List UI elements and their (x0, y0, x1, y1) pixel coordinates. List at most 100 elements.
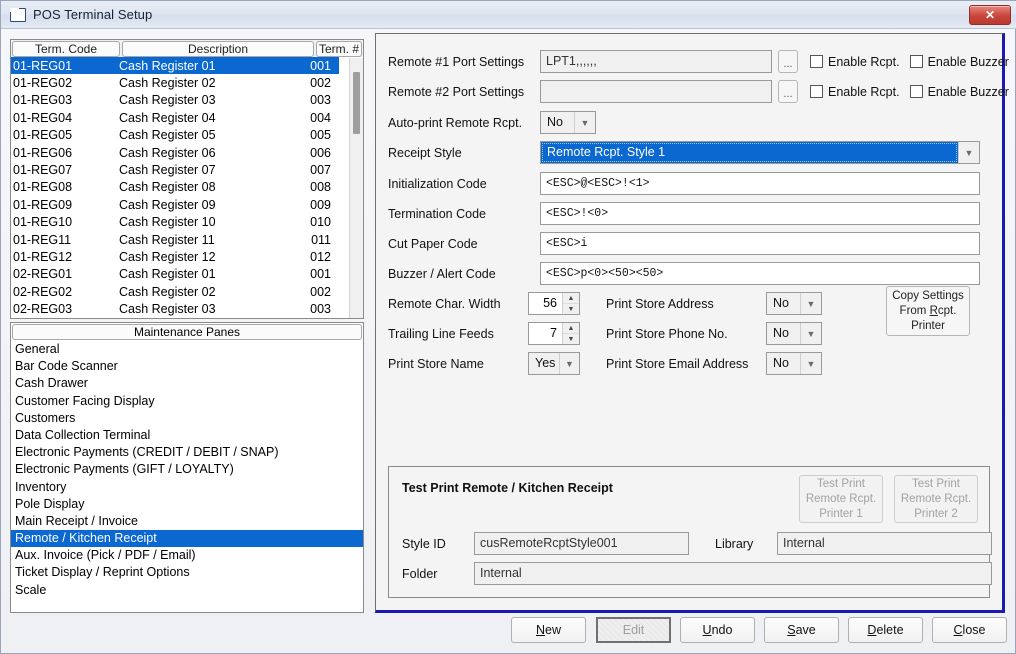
remote1-enable-rcpt-checkbox[interactable]: Enable Rcpt. (810, 55, 900, 69)
list-item[interactable]: Inventory (11, 479, 363, 496)
save-button[interactable]: Save (764, 617, 839, 643)
cell-description: Cash Register 11 (119, 232, 215, 247)
termination-code-input[interactable]: <ESC>!<0> (540, 202, 980, 225)
list-item[interactable]: Customer Facing Display (11, 393, 363, 410)
table-row[interactable]: 02-REG03 Cash Register 03 003 (11, 300, 339, 317)
table-row[interactable]: 01-REG06 Cash Register 06 006 (11, 144, 339, 161)
test-print-printer2-button[interactable]: Test Print Remote Rcpt. Printer 2 (894, 475, 978, 523)
buzzer-code-label: Buzzer / Alert Code (388, 266, 496, 281)
undo-button[interactable]: Undo (680, 617, 755, 643)
test-print-printer1-button[interactable]: Test Print Remote Rcpt. Printer 1 (799, 475, 883, 523)
table-row[interactable]: 01-REG04 Cash Register 04 004 (11, 109, 339, 126)
print-store-name-row: Print Store Name Yes ▼ Print Store Email… (388, 352, 822, 375)
print-email-dropdown[interactable]: No ▼ (766, 352, 822, 375)
close-window-button[interactable]: ✕ (969, 5, 1011, 25)
cell-term-code: 01-REG09 (13, 197, 73, 212)
char-width-stepper[interactable]: 56 ▲ ▼ (528, 292, 580, 315)
receipt-style-dropdown[interactable]: Remote Rcpt. Style 1 ▼ (540, 141, 980, 164)
close-button[interactable]: Close (932, 617, 1007, 643)
remote2-port-input[interactable] (540, 80, 772, 103)
checkbox-icon[interactable] (810, 55, 823, 68)
table-row[interactable]: 01-REG03 Cash Register 03 003 (11, 92, 339, 109)
new-button[interactable]: New (511, 617, 586, 643)
table-row[interactable]: 02-REG02 Cash Register 02 002 (11, 283, 339, 300)
checkbox-icon[interactable] (810, 85, 823, 98)
table-row[interactable]: 01-REG12 Cash Register 12 012 (11, 248, 339, 265)
init-code-input[interactable]: <ESC>@<ESC>!<1> (540, 172, 980, 195)
list-item[interactable]: Main Receipt / Invoice (11, 513, 363, 530)
table-row[interactable]: 01-REG02 Cash Register 02 002 (11, 74, 339, 91)
list-item[interactable]: Scale (11, 582, 363, 599)
list-item[interactable]: Pole Display (11, 496, 363, 513)
stepper-up-icon[interactable]: ▲ (563, 323, 579, 334)
buzzer-code-input[interactable]: <ESC>p<0><50><50> (540, 262, 980, 285)
list-item[interactable]: Cash Drawer (11, 375, 363, 392)
list-item[interactable]: Customers (11, 410, 363, 427)
trailing-feeds-stepper[interactable]: 7 ▲ ▼ (528, 322, 580, 345)
cell-term-code: 01-REG12 (13, 249, 73, 264)
cut-paper-code-input[interactable]: <ESC>i (540, 232, 980, 255)
table-row[interactable]: 01-REG09 Cash Register 09 009 (11, 196, 339, 213)
remote2-label: Remote #2 Port Settings (388, 84, 525, 99)
library-input[interactable]: Internal (777, 532, 992, 555)
chevron-down-icon[interactable]: ▼ (574, 112, 595, 133)
remote1-enable-rcpt-label: Enable Rcpt. (828, 54, 900, 69)
list-item[interactable]: Aux. Invoice (Pick / PDF / Email) (11, 547, 363, 564)
chevron-down-icon[interactable]: ▼ (958, 142, 979, 163)
remote1-port-input[interactable]: LPT1,,,,,, (540, 50, 772, 73)
chevron-down-icon[interactable]: ▼ (559, 353, 579, 374)
cell-description: Cash Register 07 (119, 163, 216, 178)
char-width-value[interactable]: 56 (529, 293, 562, 314)
list-item[interactable]: Data Collection Terminal (11, 427, 363, 444)
stepper-down-icon[interactable]: ▼ (563, 334, 579, 344)
style-id-input[interactable]: cusRemoteRcptStyle001 (474, 532, 689, 555)
autoprint-dropdown[interactable]: No ▼ (540, 111, 596, 134)
checkbox-icon[interactable] (909, 55, 923, 68)
list-item[interactable]: Electronic Payments (CREDIT / DEBIT / SN… (11, 444, 363, 461)
cut-paper-code-row: Cut Paper Code <ESC>i (388, 232, 980, 255)
table-row[interactable]: 01-REG07 Cash Register 07 007 (11, 161, 339, 178)
maintenance-panes-list[interactable]: Maintenance Panes General Bar Code Scanne… (10, 322, 364, 613)
stepper-down-icon[interactable]: ▼ (563, 304, 579, 314)
chevron-down-icon[interactable]: ▼ (800, 293, 821, 314)
remote2-enable-rcpt-checkbox[interactable]: Enable Rcpt. (810, 85, 900, 99)
cell-term-number: 004 (310, 110, 331, 125)
list-item[interactable]: Electronic Payments (GIFT / LOYALTY) (11, 461, 363, 478)
chevron-down-icon[interactable]: ▼ (800, 323, 821, 344)
delete-button[interactable]: Delete (848, 617, 923, 643)
remote2-browse-button[interactable]: ... (778, 80, 798, 103)
table-row[interactable]: 01-REG08 Cash Register 08 008 (11, 179, 339, 196)
print-phone-label: Print Store Phone No. (606, 326, 728, 341)
stepper-up-icon[interactable]: ▲ (563, 293, 579, 304)
stepper-buttons[interactable]: ▲ ▼ (562, 293, 579, 314)
table-row[interactable]: 01-REG05 Cash Register 05 005 (11, 127, 339, 144)
remote2-enable-buzzer-label: Enable Buzzer (927, 84, 1009, 99)
list-item[interactable]: Bar Code Scanner (11, 358, 363, 375)
column-header-term-code[interactable]: Term. Code (12, 41, 120, 57)
checkbox-icon[interactable] (909, 85, 923, 98)
terminal-list-scrollbar[interactable] (349, 58, 363, 318)
print-store-name-dropdown[interactable]: Yes ▼ (528, 352, 580, 375)
list-item[interactable]: Remote / Kitchen Receipt (11, 530, 363, 548)
table-row[interactable]: 01-REG11 Cash Register 11 011 (11, 231, 339, 248)
folder-input[interactable]: Internal (474, 562, 992, 585)
chevron-down-icon[interactable]: ▼ (800, 353, 821, 374)
print-address-dropdown[interactable]: No ▼ (766, 292, 822, 315)
scrollbar-thumb[interactable] (353, 72, 360, 134)
remote2-enable-buzzer-checkbox[interactable]: Enable Buzzer (909, 84, 1009, 99)
column-header-term-num[interactable]: Term. # (316, 41, 362, 57)
remote1-enable-buzzer-checkbox[interactable]: Enable Buzzer (909, 55, 1009, 69)
table-row[interactable]: 01-REG10 Cash Register 10 010 (11, 214, 339, 231)
trailing-feeds-value[interactable]: 7 (529, 323, 562, 344)
print-phone-dropdown[interactable]: No ▼ (766, 322, 822, 345)
copy-settings-from-rcpt-printer-button[interactable]: Copy Settings From Rcpt. Printer (886, 286, 970, 336)
list-item[interactable]: Ticket Display / Reprint Options (11, 564, 363, 581)
table-row[interactable]: 02-REG01 Cash Register 01 001 (11, 266, 339, 283)
column-header-description[interactable]: Description (122, 41, 314, 57)
list-item[interactable]: General (11, 341, 363, 358)
table-row[interactable]: 01-REG01 Cash Register 01 001 (11, 57, 339, 75)
remote1-browse-button[interactable]: ... (778, 50, 798, 73)
edit-button[interactable]: Edit (596, 617, 671, 643)
stepper-buttons[interactable]: ▲ ▼ (562, 323, 579, 344)
terminal-list[interactable]: Term. Code Description Term. # 01-REG01 C… (10, 39, 364, 319)
